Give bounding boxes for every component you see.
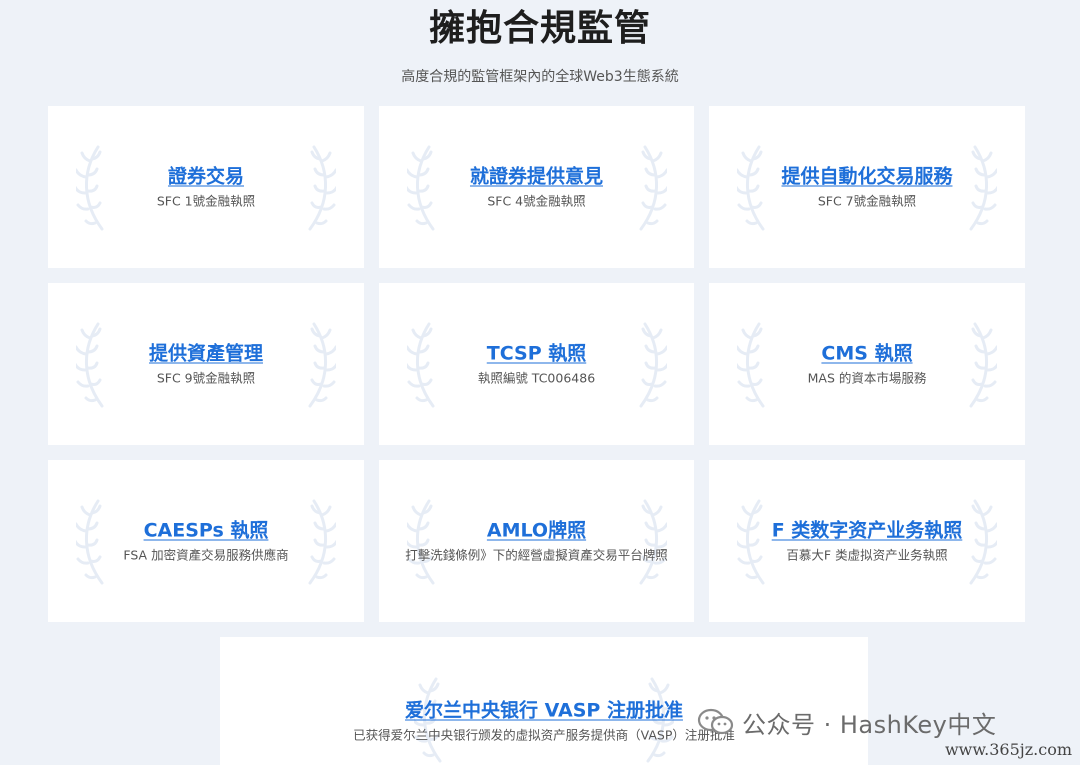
license-card-title[interactable]: 證券交易: [68, 164, 344, 190]
license-card-automated-trading: 提供自動化交易服務 SFC 7號金融執照: [709, 106, 1025, 268]
license-card-title[interactable]: 提供自動化交易服務: [729, 164, 1005, 190]
license-card-title[interactable]: 提供資產管理: [68, 341, 344, 367]
license-card-desc: SFC 7號金融執照: [817, 193, 917, 209]
page-subtitle: 高度合規的監管框架內的全球Web3生態系統: [401, 69, 679, 85]
license-card-tcsp: TCSP 執照 執照編號 TC006486: [379, 283, 694, 445]
license-card-desc: 百慕大F 类虚拟资产业务執照: [786, 547, 948, 563]
license-card-title[interactable]: CMS 執照: [729, 341, 1005, 367]
license-card-title[interactable]: F 类数字资产业务執照: [729, 518, 1005, 544]
license-card-title[interactable]: CAESPs 執照: [68, 518, 344, 544]
license-card-title[interactable]: TCSP 執照: [399, 341, 674, 367]
license-card-caesps: CAESPs 執照 FSA 加密資產交易服務供應商: [48, 460, 364, 622]
license-card-desc: 執照編號 TC006486: [477, 370, 596, 386]
license-card-title[interactable]: AMLO牌照: [403, 518, 670, 544]
watermark-text: 公众号 · HashKey中文: [742, 710, 997, 739]
license-card-desc: 打擊洗錢條例》下的經營虛擬資產交易平台牌照: [405, 547, 668, 563]
wechat-icon: [697, 708, 734, 735]
license-card-desc: SFC 4號金融執照: [487, 193, 586, 209]
watermark-url: www.365jz.com: [944, 740, 1072, 759]
license-card-securities-trading: 證券交易 SFC 1號金融執照: [48, 106, 364, 268]
page-title: 擁抱合規監管: [428, 8, 651, 49]
license-card-title[interactable]: 就證券提供意見: [399, 164, 674, 190]
license-card-asset-management: 提供資產管理 SFC 9號金融執照: [48, 283, 364, 445]
license-card-desc: FSA 加密資產交易服務供應商: [123, 547, 289, 563]
license-card-advising-securities: 就證券提供意見 SFC 4號金融執照: [379, 106, 694, 268]
license-card-cms: CMS 執照 MAS 的資本市場服務: [709, 283, 1025, 445]
license-card-bermuda-class-f: F 类数字资产业务執照 百慕大F 类虚拟资产业务執照: [709, 460, 1025, 622]
license-card-ireland-vasp: 爱尔兰中央银行 VASP 注册批准 已获得爱尔兰中央银行颁发的虚拟资产服务提供商…: [220, 637, 868, 765]
watermark: 公众号 · HashKey中文: [696, 702, 996, 742]
license-card-desc: MAS 的資本市場服務: [807, 370, 927, 386]
license-card-desc: SFC 1號金融執照: [156, 193, 256, 209]
license-card-amlo: AMLO牌照 打擊洗錢條例》下的經營虛擬資產交易平台牌照: [379, 460, 694, 622]
license-card-desc: SFC 9號金融執照: [156, 370, 256, 386]
